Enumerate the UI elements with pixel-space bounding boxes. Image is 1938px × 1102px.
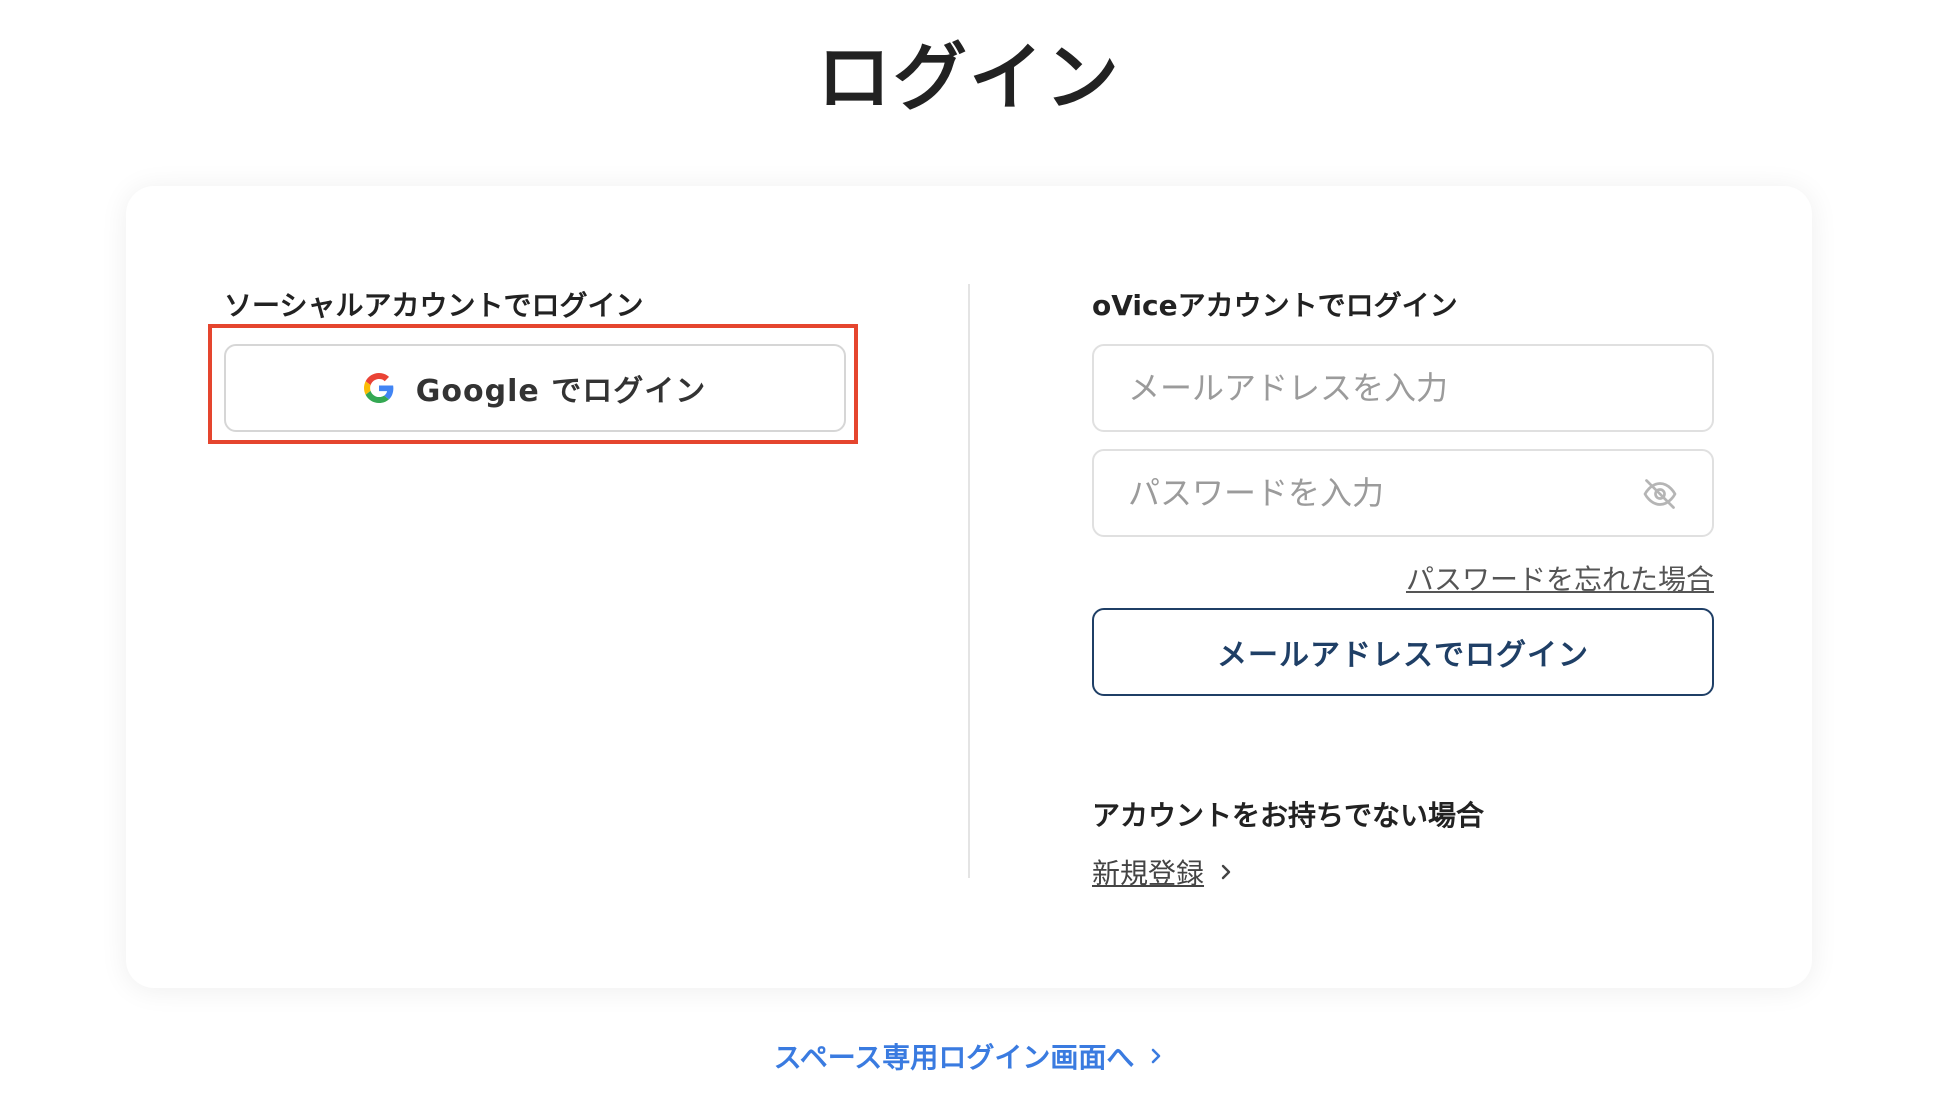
email-field-wrapper bbox=[1092, 344, 1714, 432]
no-account-heading: アカウントをお持ちでない場合 bbox=[1092, 799, 1485, 832]
eye-off-icon[interactable] bbox=[1642, 476, 1678, 512]
login-page: ログイン ソーシャルアカウントでログイン Google でログイン oViceア… bbox=[0, 0, 1938, 1102]
chevron-right-icon bbox=[1152, 1048, 1161, 1064]
space-login-link-container[interactable]: スペース専用ログイン画面へ bbox=[0, 1036, 1938, 1076]
google-g-icon bbox=[363, 373, 394, 403]
password-field-wrapper bbox=[1092, 449, 1714, 537]
signup-link-container[interactable]: 新規登録 bbox=[1092, 852, 1234, 892]
signup-link[interactable]: 新規登録 bbox=[1092, 852, 1204, 892]
page-title: ログイン bbox=[817, 35, 1121, 121]
google-login-label: Google でログイン bbox=[415, 374, 707, 409]
email-login-button[interactable]: メールアドレスでログイン bbox=[1092, 608, 1714, 696]
ovice-login-heading: oViceアカウントでログイン bbox=[1092, 289, 1458, 322]
space-login-link[interactable]: スペース専用ログイン画面へ bbox=[774, 1036, 1135, 1076]
login-card: ソーシャルアカウントでログイン Google でログイン oViceアカウントで… bbox=[126, 186, 1812, 988]
forgot-password-link[interactable]: パスワードを忘れた場合 bbox=[1406, 558, 1714, 598]
column-divider bbox=[968, 284, 970, 878]
email-input[interactable] bbox=[1128, 346, 1628, 430]
password-input[interactable] bbox=[1128, 451, 1628, 535]
google-login-button[interactable]: Google でログイン bbox=[224, 344, 846, 432]
chevron-right-icon bbox=[1221, 864, 1231, 880]
social-login-heading: ソーシャルアカウントでログイン bbox=[224, 289, 644, 322]
